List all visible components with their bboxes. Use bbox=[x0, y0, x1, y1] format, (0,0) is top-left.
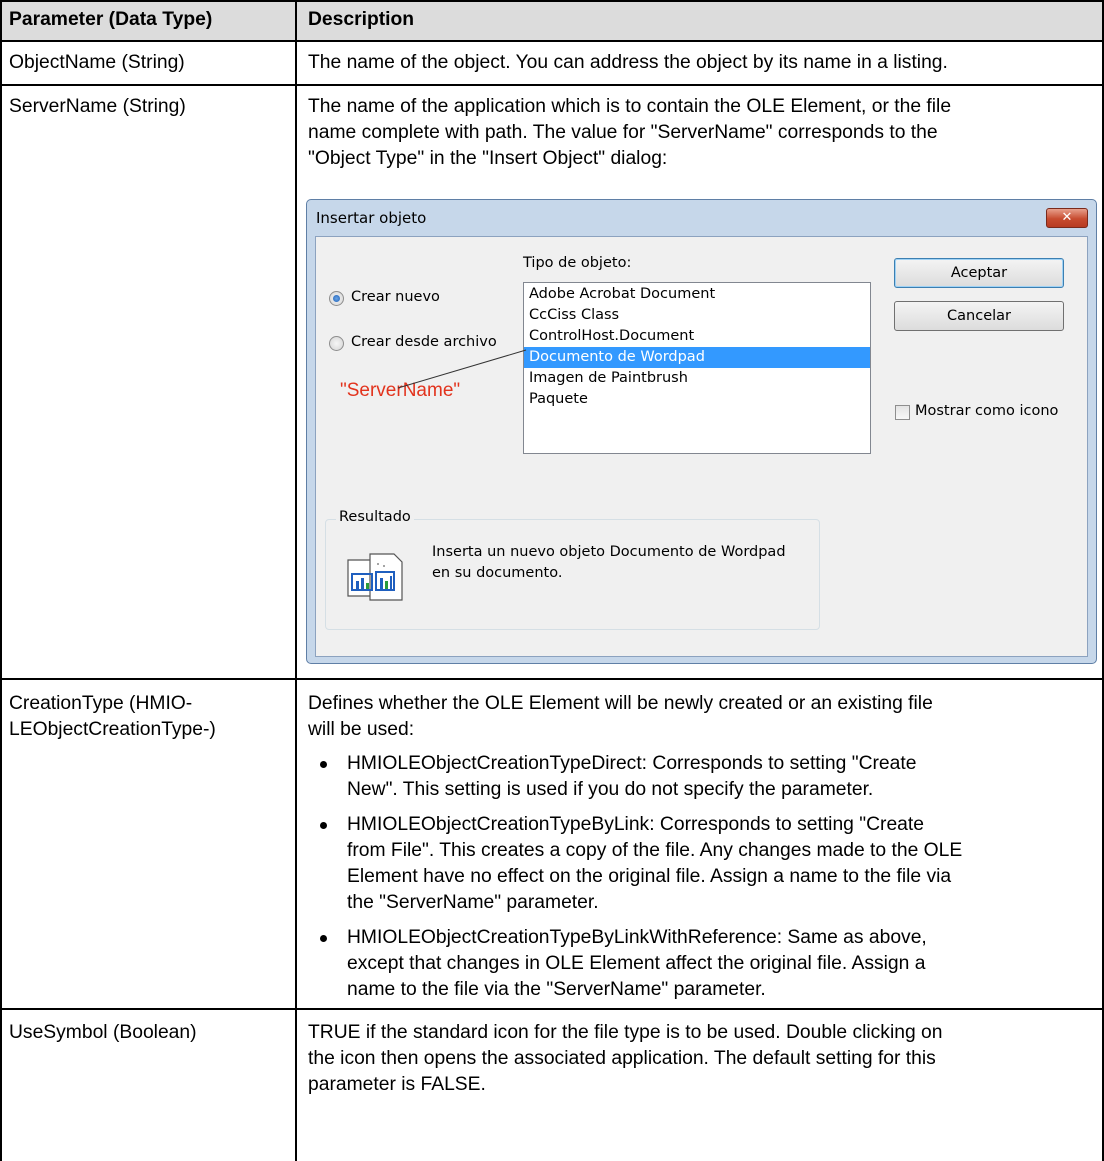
bullet-icon bbox=[320, 822, 327, 829]
param-name: ObjectName (String) bbox=[9, 52, 185, 73]
list-item[interactable]: Adobe Acrobat Document bbox=[524, 284, 870, 305]
document-object-icon bbox=[347, 553, 403, 601]
dialog-title: Insertar objeto bbox=[316, 209, 427, 227]
radio-create-new-label[interactable]: Crear nuevo bbox=[351, 289, 440, 305]
list-item[interactable]: CcCiss Class bbox=[524, 305, 870, 326]
param-description-line: The name of the application which is to … bbox=[308, 96, 952, 117]
header-param-label: Parameter (Data Type) bbox=[9, 9, 213, 30]
param-name-line: LEObjectCreationType-) bbox=[9, 719, 216, 740]
param-name: UseSymbol (Boolean) bbox=[9, 1022, 197, 1043]
result-group: Resultado Inserta un nuevo objeto Docume… bbox=[325, 509, 820, 630]
table-header-cell: Parameter (Data Type) bbox=[0, 0, 296, 40]
bullet-icon bbox=[320, 935, 327, 942]
table-row: CreationType (HMIO- LEObjectCreationType… bbox=[0, 680, 1104, 1008]
param-description-line: TRUE if the standard icon for the file t… bbox=[308, 1022, 943, 1043]
radio-create-new[interactable] bbox=[329, 291, 344, 306]
result-group-label: Resultado bbox=[336, 509, 414, 525]
table-rule bbox=[0, 0, 1104, 2]
result-text-line: en su documento. bbox=[432, 565, 563, 581]
list-item: HMIOLEObjectCreationTypeByLinkWithRefere… bbox=[308, 925, 1094, 1003]
param-description-line: the icon then opens the associated appli… bbox=[308, 1048, 936, 1069]
table-rule bbox=[0, 678, 1104, 680]
list-item: HMIOLEObjectCreationTypeDirect: Correspo… bbox=[308, 751, 1094, 803]
bullet-icon bbox=[320, 761, 327, 768]
result-text-line: Inserta un nuevo objeto Documento de Wor… bbox=[432, 544, 786, 560]
param-description-line: name complete with path. The value for "… bbox=[308, 122, 938, 143]
show-as-icon-checkbox[interactable] bbox=[895, 405, 910, 420]
table-rule bbox=[0, 84, 1104, 86]
show-as-icon-label[interactable]: Mostrar como icono bbox=[915, 403, 1058, 419]
list-item[interactable]: ControlHost.Document bbox=[524, 326, 870, 347]
param-name-line: CreationType (HMIO- bbox=[9, 693, 193, 714]
annotation-leader-line bbox=[397, 349, 527, 389]
table-rule bbox=[0, 40, 1104, 42]
param-description: The name of the object. You can address … bbox=[308, 52, 948, 73]
close-icon[interactable]: ✕ bbox=[1046, 208, 1088, 228]
list-item[interactable]: Paquete bbox=[524, 389, 870, 410]
cancel-button[interactable]: Cancelar bbox=[894, 301, 1064, 331]
ok-button[interactable]: Aceptar bbox=[894, 258, 1064, 288]
param-name: ServerName (String) bbox=[9, 96, 186, 117]
param-description-line: Defines whether the OLE Element will be … bbox=[308, 693, 933, 714]
table-row: ObjectName (String) The name of the obje… bbox=[0, 42, 1104, 84]
insert-object-dialog: Insertar objeto ✕ Crear nuevo Crear desd… bbox=[306, 199, 1097, 664]
list-item: HMIOLEObjectCreationTypeByLink: Correspo… bbox=[308, 812, 1094, 916]
table-header-cell: Description bbox=[296, 0, 1104, 40]
param-description-line: parameter is FALSE. bbox=[308, 1074, 486, 1095]
list-item[interactable]: Imagen de Paintbrush bbox=[524, 368, 870, 389]
param-description-line: will be used: bbox=[308, 719, 415, 740]
param-description-line: "Object Type" in the "Insert Object" dia… bbox=[308, 148, 668, 169]
table-row: UseSymbol (Boolean) TRUE if the standard… bbox=[0, 1010, 1104, 1161]
table-rule bbox=[0, 1008, 1104, 1010]
dialog-body: Crear nuevo Crear desde archivo Tipo de … bbox=[315, 236, 1088, 657]
radio-create-from-file[interactable] bbox=[329, 336, 344, 351]
table-header-row: Parameter (Data Type) Description bbox=[0, 0, 1104, 40]
table-border-left bbox=[0, 0, 2, 1161]
header-description-label: Description bbox=[308, 9, 415, 30]
table-column-divider bbox=[295, 0, 297, 1161]
object-type-label: Tipo de objeto: bbox=[523, 255, 632, 271]
object-type-listbox[interactable]: Adobe Acrobat Document CcCiss Class Cont… bbox=[523, 282, 871, 454]
creation-type-list: HMIOLEObjectCreationTypeDirect: Correspo… bbox=[308, 751, 1094, 1003]
list-item-selected[interactable]: Documento de Wordpad bbox=[524, 347, 870, 368]
